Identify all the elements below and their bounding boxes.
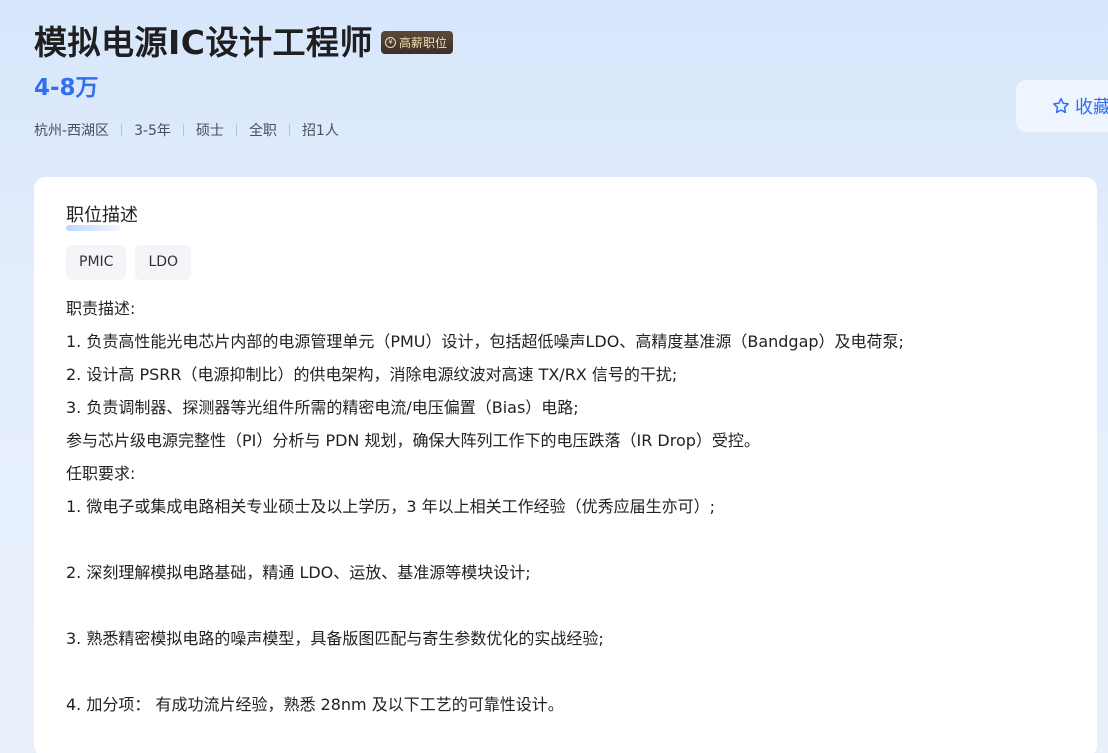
meta-divider xyxy=(182,124,184,136)
collect-button[interactable]: 收藏 xyxy=(1016,80,1108,132)
desc-line xyxy=(66,655,1065,688)
section-title: 职位描述 xyxy=(66,203,138,231)
job-description-card: 职位描述 PMIC LDO 职责描述: 1. 负责高性能光电芯片内部的电源管理单… xyxy=(34,177,1097,753)
meta-headcount: 招1人 xyxy=(301,123,339,139)
meta-divider xyxy=(288,124,290,136)
desc-line: 任职要求: xyxy=(66,464,136,483)
desc-line xyxy=(66,589,1065,622)
job-meta: 杭州-西湖区 3-5年 硕士 全职 招1人 xyxy=(34,120,453,140)
title-row: 模拟电源IC设计工程师 ¥ 高薪职位 xyxy=(34,14,454,66)
meta-location: 杭州-西湖区 xyxy=(34,123,110,139)
desc-line: 1. 负责高性能光电芯片内部的电源管理单元（PMU）设计，包括超低噪声LDO、高… xyxy=(66,332,904,351)
job-title: 模拟电源IC设计工程师 xyxy=(34,23,373,62)
desc-line: 参与芯片级电源完整性（PI）分析与 PDN 规划，确保大阵列工作下的电压跌落（I… xyxy=(66,431,760,450)
star-icon xyxy=(1053,97,1069,114)
section-title-text: 职位描述 xyxy=(66,205,138,226)
desc-line: 1. 微电子或集成电路相关专业硕士及以上学历，3 年以上相关工作经验（优秀应届生… xyxy=(66,497,716,516)
meta-experience: 3-5年 xyxy=(134,123,171,139)
skill-tags: PMIC LDO xyxy=(66,245,1065,280)
meta-divider xyxy=(235,124,237,136)
desc-line xyxy=(66,523,1065,556)
salary: 4-8万 xyxy=(34,75,99,101)
badge-label: 高薪职位 xyxy=(399,35,448,50)
collect-label: 收藏 xyxy=(1075,97,1108,118)
job-header: 模拟电源IC设计工程师 ¥ 高薪职位 4-8万 杭州-西湖区 3-5年 硕士 全… xyxy=(34,14,454,140)
desc-line: 2. 深刻理解模拟电路基础，精通 LDO、运放、基准源等模块设计; xyxy=(66,563,531,582)
meta-job-type: 全职 xyxy=(248,123,277,139)
desc-line: 2. 设计高 PSRR（电源抑制比）的供电架构，消除电源纹波对高速 TX/RX … xyxy=(66,365,678,384)
tag-pmic[interactable]: PMIC xyxy=(66,245,127,280)
high-salary-badge: ¥ 高薪职位 xyxy=(381,30,454,54)
meta-education: 硕士 xyxy=(195,123,224,139)
desc-line: 3. 熟悉精密模拟电路的噪声模型，具备版图匹配与寄生参数优化的实战经验; xyxy=(66,629,604,648)
description-text: 职责描述: 1. 负责高性能光电芯片内部的电源管理单元（PMU）设计，包括超低噪… xyxy=(66,292,1065,721)
desc-line: 职责描述: xyxy=(66,299,136,318)
meta-divider xyxy=(121,124,123,136)
desc-line: 3. 负责调制器、探测器等光组件所需的精密电流/电压偏置（Bias）电路; xyxy=(66,398,579,417)
salary-badge-icon: ¥ xyxy=(385,36,396,48)
tag-ldo[interactable]: LDO xyxy=(135,245,192,280)
desc-line: 4. 加分项： 有成功流片经验，熟悉 28nm 及以下工艺的可靠性设计。 xyxy=(66,695,564,714)
